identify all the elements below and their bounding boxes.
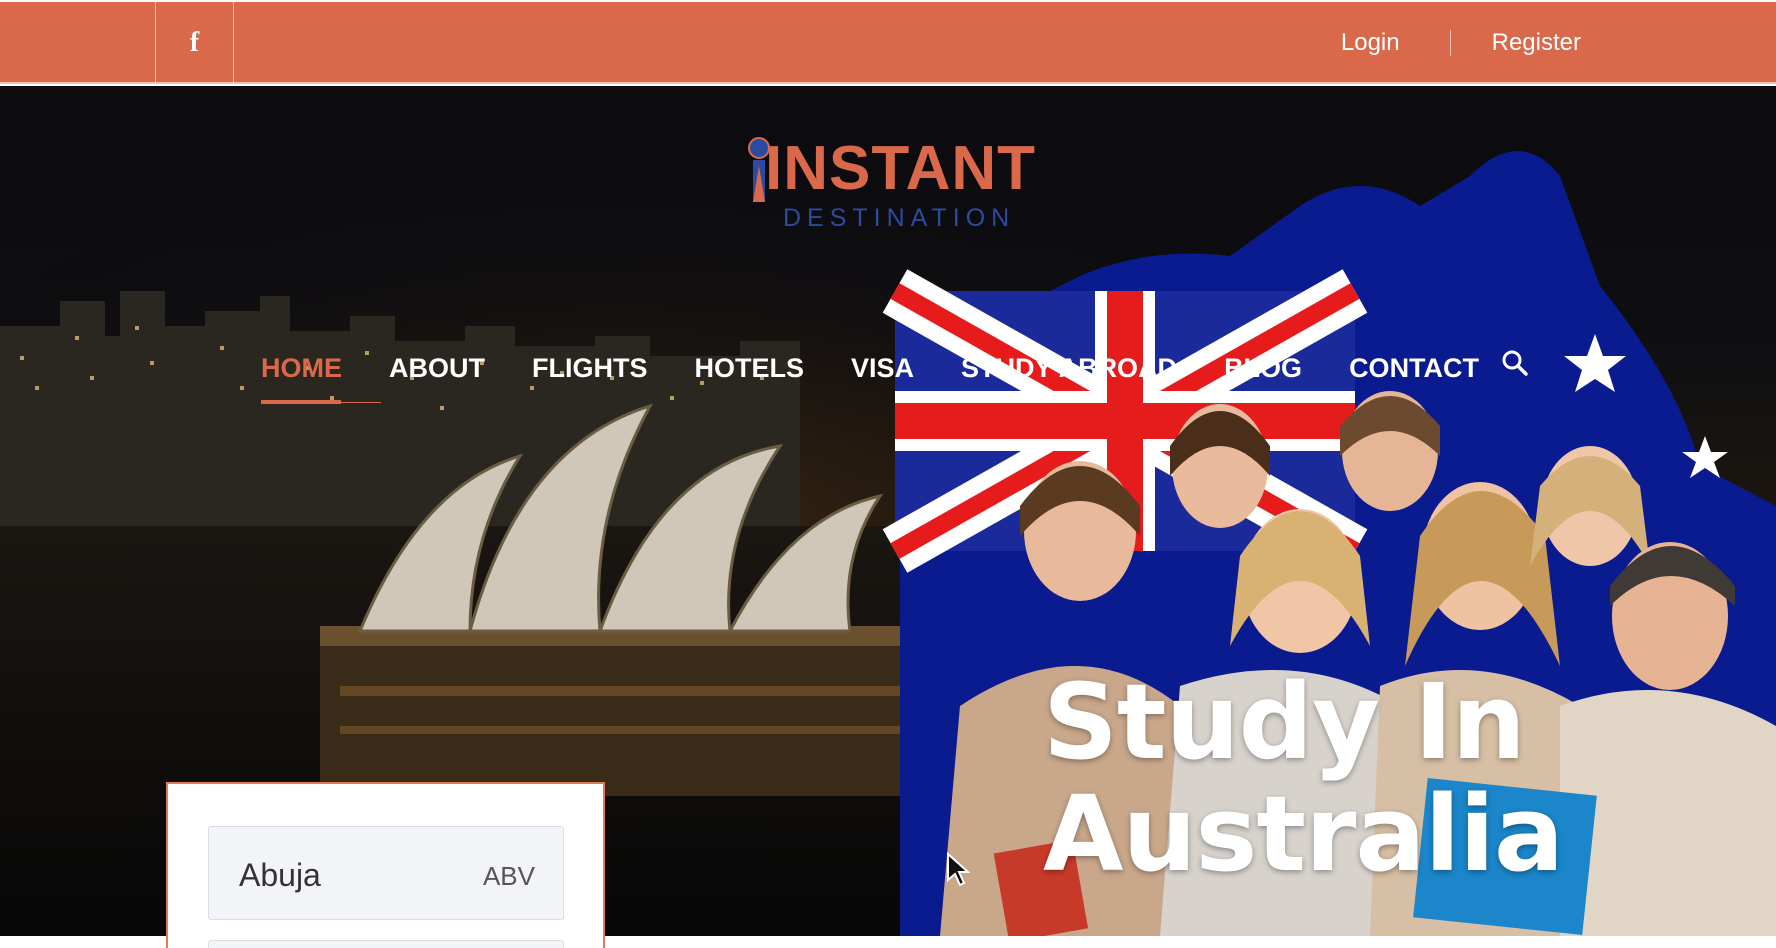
login-link[interactable]: Login [1341,29,1400,57]
from-city: Abuja [239,857,321,893]
hero-headline: Study In Australia [1043,666,1663,890]
from-airport-code: ABV [482,861,535,891]
register-link[interactable]: Register [1492,29,1581,57]
from-airport-field[interactable]: Abuja ABV [208,826,564,920]
nav-contact[interactable]: CONTACT [1349,353,1479,384]
nav-home[interactable]: HOME [261,353,342,384]
nav-hotels[interactable]: HOTELS [695,353,805,384]
nav-visa[interactable]: VISA [851,353,914,384]
facebook-icon[interactable]: f [155,2,234,84]
hero-headline-line1: Study In [1043,661,1526,783]
to-airport-field[interactable] [208,940,564,948]
auth-divider [1449,30,1451,56]
hero-headline-line2: Australia [1043,773,1564,895]
top-bar: f Login Register [0,2,1776,84]
mouse-pointer-icon [947,852,970,887]
nav-blog[interactable]: BLOG [1224,353,1302,384]
nav-study-abroad[interactable]: STUDY ABROAD [961,353,1177,384]
search-icon[interactable] [1500,348,1530,378]
logo-subtitle: DESTINATION [783,204,1016,232]
auth-links: Login Register [1341,2,1581,84]
main-nav: HOME ABOUT FLIGHTS HOTELS VISA STUDY ABR… [261,348,1526,388]
flight-search-widget: Abuja ABV [166,782,605,948]
logo-wordmark: INSTANT [765,134,1037,203]
nav-flights[interactable]: FLIGHTS [532,353,648,384]
nav-active-indicator [261,400,381,404]
facebook-glyph: f [189,27,200,58]
site-logo[interactable]: INSTANT DESTINATION [745,136,1045,246]
nav-about[interactable]: ABOUT [389,353,485,384]
